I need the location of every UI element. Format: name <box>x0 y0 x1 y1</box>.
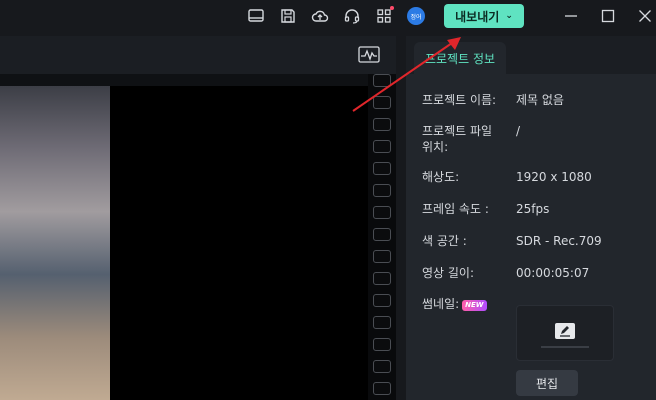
film-hole <box>373 184 391 197</box>
film-hole <box>373 316 391 329</box>
close-button[interactable] <box>634 6 656 26</box>
video-canvas[interactable] <box>110 86 368 400</box>
maximize-icon <box>601 9 615 23</box>
project-name-value: 제목 없음 <box>516 93 564 107</box>
film-hole <box>373 250 391 263</box>
tab-project-info[interactable]: 프로젝트 정보 <box>414 42 506 74</box>
export-button-label: 내보내기 <box>455 9 500 24</box>
new-badge: NEW <box>462 300 487 311</box>
film-hole <box>373 272 391 285</box>
close-icon <box>639 10 651 22</box>
thumbnail-label: 썸네일: <box>422 297 460 311</box>
film-hole <box>373 96 391 109</box>
grid-icon[interactable] <box>374 6 394 26</box>
film-hole <box>373 206 391 219</box>
frame-rate-label: 프레임 속도 : <box>422 202 489 216</box>
duration-label: 영상 길이: <box>422 266 475 280</box>
film-hole <box>373 338 391 351</box>
color-space-value: SDR - Rec.709 <box>516 234 602 248</box>
save-icon[interactable] <box>278 6 298 26</box>
film-hole <box>373 360 391 373</box>
minimize-icon <box>565 15 577 17</box>
project-info-panel: 프로젝트 정보 프로젝트 이름: 제목 없음 프로젝트 파일 위치: / 해상도… <box>406 36 656 400</box>
project-location-label: 프로젝트 파일 위치: <box>422 124 493 154</box>
project-name-label: 프로젝트 이름: <box>422 93 497 107</box>
preview-header <box>0 36 396 74</box>
waveform-icon[interactable] <box>358 45 380 65</box>
project-location-value: / <box>516 124 521 138</box>
film-hole <box>373 294 391 307</box>
headset-icon[interactable] <box>342 6 362 26</box>
info-tabbar: 프로젝트 정보 <box>406 36 656 74</box>
cloud-upload-icon[interactable] <box>310 6 330 26</box>
resolution-value: 1920 x 1080 <box>516 170 592 184</box>
film-hole <box>373 140 391 153</box>
thumbnail-divider <box>541 346 589 348</box>
thumbnail-row: 썸네일: NEW <box>422 296 487 312</box>
title-bar: 정어 내보내기 ⌄ <box>0 0 656 32</box>
edit-icon <box>555 323 575 339</box>
monitor-icon[interactable] <box>246 6 266 26</box>
edit-button[interactable]: 편집 <box>516 370 578 396</box>
frame-rate-value: 25fps <box>516 202 550 216</box>
film-hole <box>373 382 391 395</box>
thumbnail-preview[interactable] <box>516 305 614 361</box>
maximize-button[interactable] <box>597 6 619 26</box>
film-hole <box>373 74 391 87</box>
color-space-label: 색 공간 : <box>422 234 467 248</box>
avatar[interactable]: 정어 <box>407 7 425 25</box>
video-frame[interactable] <box>0 86 110 400</box>
resolution-label: 해상도: <box>422 170 460 184</box>
preview-panel <box>0 36 396 400</box>
export-button[interactable]: 내보내기 ⌄ <box>444 4 524 28</box>
filmstrip <box>368 74 396 400</box>
film-hole <box>373 162 391 175</box>
film-hole <box>373 228 391 241</box>
notification-dot <box>390 6 394 10</box>
chevron-down-icon: ⌄ <box>505 11 513 21</box>
minimize-button[interactable] <box>560 6 582 26</box>
film-hole <box>373 118 391 131</box>
duration-value: 00:00:05:07 <box>516 266 590 280</box>
